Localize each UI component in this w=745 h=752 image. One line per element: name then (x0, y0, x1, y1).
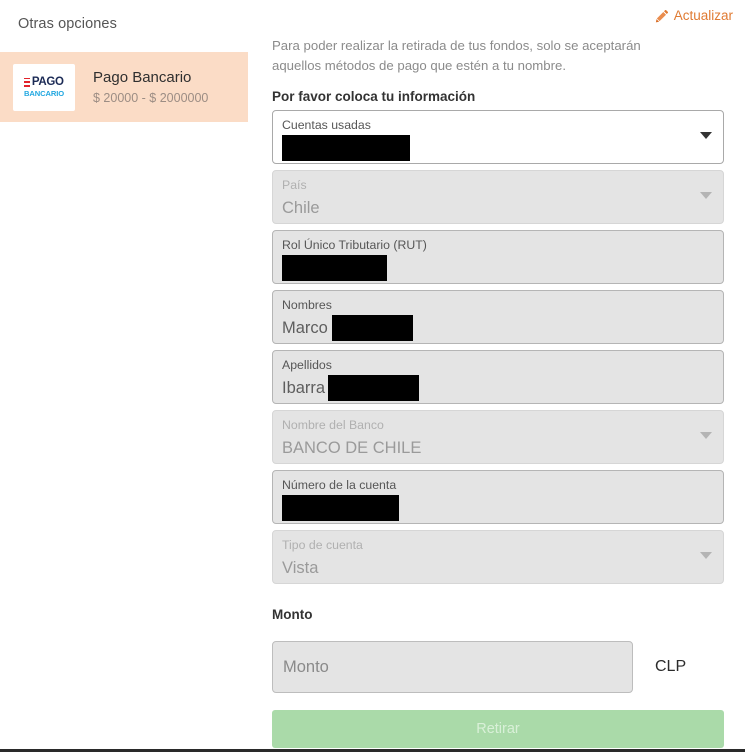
chevron-down-icon (700, 432, 712, 439)
field-value-text-nombre-del-banco: BANCO DE CHILE (282, 439, 422, 457)
field-label-numero-de-la-cuenta: Número de la cuenta (282, 478, 397, 492)
chevron-down-icon (700, 552, 712, 559)
field-value-text-nombres: Marco (282, 319, 328, 337)
redaction-bar (282, 135, 410, 161)
payment-method-text: Pago Bancario $ 20000 - $ 2000000 (93, 68, 208, 107)
chevron-down-icon[interactable] (700, 132, 712, 139)
monto-currency-label: CLP (655, 658, 687, 675)
field-apellidos[interactable]: Apellidos Ibarra (272, 350, 724, 404)
pencil-icon (655, 9, 668, 22)
payment-method-title: Pago Bancario (93, 68, 192, 86)
field-value-text-tipo-de-cuenta: Vista (282, 559, 319, 577)
field-value-nombres: Marco (282, 314, 713, 342)
field-value-text-pais: Chile (282, 199, 320, 217)
logo-text-primary: PAGO (31, 75, 64, 88)
redaction-bar (282, 495, 399, 521)
field-label-nombres: Nombres (282, 298, 332, 312)
pago-bancario-logo-icon: PAGO BANCARIO (13, 63, 75, 111)
field-label-cuentas-usadas: Cuentas usadas (282, 118, 371, 132)
field-label-rut: Rol Único Tributario (RUT) (282, 238, 427, 252)
field-value-numero-de-la-cuenta (282, 494, 713, 522)
payment-methods-column: Otras opciones PAGO BANCARIO Pago Bancar… (0, 0, 249, 752)
chevron-down-icon (700, 192, 712, 199)
monto-input[interactable]: Monto (272, 641, 633, 693)
field-label-pais: País (282, 178, 307, 192)
redaction-bar (282, 255, 387, 281)
withdrawal-page: Otras opciones PAGO BANCARIO Pago Bancar… (0, 0, 745, 752)
redaction-bar (331, 315, 413, 341)
field-value-text-apellidos: Ibarra (282, 379, 326, 397)
monto-row: Monto CLP (272, 641, 686, 693)
field-value-nombre-del-banco: BANCO DE CHILE (282, 434, 713, 462)
field-value-rut (282, 254, 713, 282)
monto-heading: Monto (272, 607, 313, 622)
field-nombres[interactable]: Nombres Marco (272, 290, 724, 344)
field-label-nombre-del-banco: Nombre del Banco (282, 418, 384, 432)
field-value-tipo-de-cuenta: Vista (282, 554, 713, 582)
form-fields: Cuentas usadas País Chile Rol Único Trib… (272, 110, 724, 590)
other-options-heading: Otras opciones (18, 16, 117, 32)
update-link-label: Actualizar (673, 8, 733, 23)
section-heading: Por favor coloca tu información (272, 89, 476, 104)
payment-method-range: $ 20000 - $ 2000000 (93, 90, 209, 105)
monto-placeholder: Monto (283, 657, 329, 676)
update-link[interactable]: Actualizar (655, 8, 733, 23)
redaction-bar (328, 375, 420, 401)
field-nombre-del-banco: Nombre del Banco BANCO DE CHILE (272, 410, 724, 464)
withdraw-button[interactable]: Retirar (272, 710, 724, 748)
intro-text: Para poder realizar la retirada de tus f… (272, 38, 641, 73)
field-cuentas-usadas[interactable]: Cuentas usadas (272, 110, 724, 164)
field-tipo-de-cuenta: Tipo de cuenta Vista (272, 530, 724, 584)
withdrawal-form-panel: Actualizar Para poder realizar la retira… (249, 0, 745, 752)
field-label-tipo-de-cuenta: Tipo de cuenta (282, 538, 363, 552)
field-value-pais: Chile (282, 194, 713, 222)
field-rut[interactable]: Rol Único Tributario (RUT) (272, 230, 724, 284)
field-pais: País Chile (272, 170, 724, 224)
field-value-apellidos: Ibarra (282, 374, 713, 402)
field-value-cuentas-usadas (282, 134, 713, 162)
field-numero-de-la-cuenta[interactable]: Número de la cuenta (272, 470, 724, 524)
logo-text-secondary: BANCARIO (23, 88, 65, 98)
field-label-apellidos: Apellidos (282, 358, 332, 372)
logo-bars-icon (24, 77, 31, 87)
payment-method-card-pago-bancario[interactable]: PAGO BANCARIO Pago Bancario $ 20000 - $ … (0, 52, 248, 122)
